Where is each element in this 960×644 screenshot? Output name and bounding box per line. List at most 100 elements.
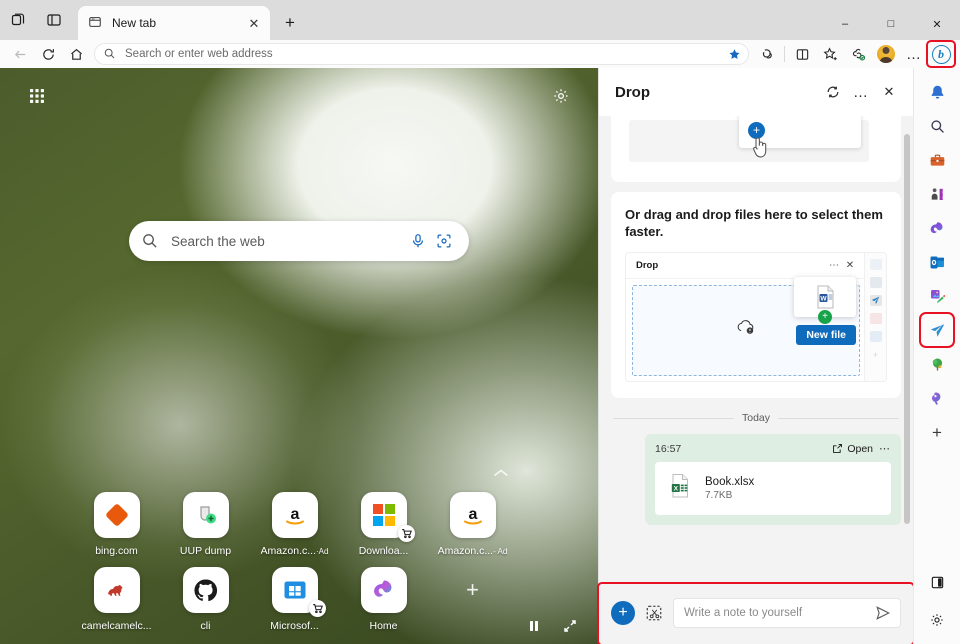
search-icon[interactable] <box>921 110 953 142</box>
file-name: Book.xlsx <box>705 476 755 489</box>
shortcut-label: Microsof... <box>270 620 319 632</box>
browser-window: New tab ✕ + – □ ✕ Search or enter web ad… <box>0 0 960 644</box>
collections-icon[interactable] <box>844 42 872 66</box>
note-placeholder: Write a note to yourself <box>684 607 803 619</box>
toggle-sidebar-icon[interactable] <box>921 566 953 598</box>
add-sidebar-app-icon[interactable]: + <box>921 416 953 448</box>
shortcut-label: UUP dump <box>179 545 232 557</box>
svg-text:a: a <box>468 506 477 523</box>
close-icon[interactable]: ✕ <box>244 13 264 33</box>
shortcut-tile[interactable]: Downloa... <box>339 492 428 557</box>
copilot-mode-icon[interactable] <box>753 42 781 66</box>
games-icon[interactable] <box>921 178 953 210</box>
web-search-box[interactable]: Search the web <box>129 221 469 261</box>
ad-badge: - Ad <box>493 547 508 556</box>
maximize-button[interactable]: □ <box>868 8 914 40</box>
word-file-preview: W + <box>794 277 856 325</box>
shortcut-tile[interactable]: Home <box>339 567 428 632</box>
close-panel-icon[interactable]: ✕ <box>875 78 903 106</box>
amazon-icon: a <box>449 492 496 538</box>
tab-actions-icon[interactable] <box>36 4 72 36</box>
outlook-icon[interactable] <box>921 246 953 278</box>
illustration-sidebar-rail: + <box>864 253 886 382</box>
refresh-icon[interactable] <box>819 78 847 106</box>
shortcut-title: Amazon.c... <box>437 545 494 557</box>
add-shortcut-button[interactable]: + <box>428 567 517 613</box>
toolbar-divider <box>784 46 785 62</box>
promo-text: Or drag and drop files here to select th… <box>625 207 883 240</box>
chevron-up-icon[interactable] <box>491 465 511 481</box>
microphone-icon[interactable] <box>405 228 431 254</box>
file-card[interactable]: X Book.xlsx 7.7KB <box>655 462 891 516</box>
copilot-button[interactable]: b <box>926 40 956 68</box>
vpn-icon[interactable] <box>921 382 953 414</box>
shortcut-label: Amazon.c...- Ad <box>438 545 508 557</box>
notifications-icon[interactable] <box>921 76 953 108</box>
rail-icon-4 <box>869 313 882 325</box>
edge-sidebar: + <box>913 68 960 644</box>
shopping-icon[interactable] <box>921 348 953 380</box>
illustration-main: Drop ⋯ ✕ W + New file <box>626 253 864 381</box>
note-input[interactable]: Write a note to yourself <box>673 598 901 628</box>
home-button[interactable] <box>62 42 90 66</box>
copilot-icon[interactable] <box>921 212 953 244</box>
back-button[interactable] <box>6 42 34 66</box>
message-more-options-icon[interactable]: ⋯ <box>879 442 891 455</box>
address-bar[interactable]: Search or enter web address <box>94 43 749 65</box>
tab-new-tab[interactable]: New tab ✕ <box>78 6 270 40</box>
shortcut-tile[interactable]: a Amazon.c...·Ad <box>250 492 339 557</box>
divider-line-right <box>778 417 899 419</box>
shortcut-tile[interactable]: UUP dump <box>161 492 250 557</box>
copilot-home-icon <box>360 567 407 613</box>
drop-panel-body[interactable]: + Or drag and drop files here to select … <box>599 116 913 584</box>
new-tab-page-topbar <box>0 68 598 124</box>
shopping-cart-icon <box>308 600 326 617</box>
shortcut-tile[interactable]: a Amazon.c...- Ad <box>428 492 517 557</box>
rail-icon-5 <box>869 331 882 343</box>
avatar <box>877 45 895 63</box>
refresh-button[interactable] <box>34 42 62 66</box>
expand-icon[interactable] <box>560 616 580 636</box>
star-filled-icon[interactable] <box>724 48 744 61</box>
close-window-button[interactable]: ✕ <box>914 8 960 40</box>
send-icon[interactable] <box>872 602 894 624</box>
tools-icon[interactable] <box>921 144 953 176</box>
background-media-controls <box>524 616 580 636</box>
shortcut-label: Amazon.c...·Ad <box>261 545 329 557</box>
camel-icon <box>93 567 140 613</box>
pause-icon[interactable] <box>524 616 544 636</box>
github-icon <box>182 567 229 613</box>
shortcut-tile[interactable]: Microsof... <box>250 567 339 632</box>
hand-cursor-icon <box>749 134 771 165</box>
sidebar-item-drop[interactable] <box>919 312 955 348</box>
minimize-button[interactable]: – <box>822 8 868 40</box>
visual-search-icon[interactable] <box>431 228 457 254</box>
add-attachment-button[interactable]: + <box>611 601 635 625</box>
page-settings-gear-icon[interactable] <box>546 81 576 111</box>
rail-add-icon: + <box>872 349 879 360</box>
svg-text:X: X <box>674 486 679 493</box>
shortcut-tile[interactable]: bing.com <box>72 492 161 557</box>
message-bubble[interactable]: 16:57 Open ⋯ X Book.xlsx 7.7KB <box>645 434 901 526</box>
cloud-upload-icon <box>735 318 757 341</box>
more-options-icon[interactable]: … <box>847 78 875 106</box>
open-file-button[interactable]: Open <box>832 443 873 455</box>
shortcut-tile[interactable]: camelcamelc... <box>72 567 161 632</box>
scrollbar[interactable] <box>904 134 910 524</box>
search-input[interactable]: Search the web <box>171 234 405 249</box>
designer-icon[interactable] <box>921 280 953 312</box>
split-screen-icon[interactable] <box>788 42 816 66</box>
workspaces-icon[interactable] <box>0 4 36 36</box>
sidebar-settings-gear-icon[interactable] <box>921 604 953 636</box>
profile-avatar[interactable] <box>872 42 900 66</box>
app-grid-icon[interactable] <box>22 81 52 111</box>
rail-icon-1 <box>869 259 882 271</box>
drop-panel: Drop … ✕ + Or drag and drop files here t… <box>597 68 915 644</box>
screenshot-icon[interactable] <box>643 602 665 624</box>
tab-title: New tab <box>112 16 157 30</box>
newtab-icon <box>88 15 104 31</box>
new-tab-button[interactable]: + <box>276 8 304 36</box>
settings-and-more-icon[interactable]: … <box>900 42 928 66</box>
add-favorite-icon[interactable] <box>816 42 844 66</box>
shortcut-tile[interactable]: cli <box>161 567 250 632</box>
